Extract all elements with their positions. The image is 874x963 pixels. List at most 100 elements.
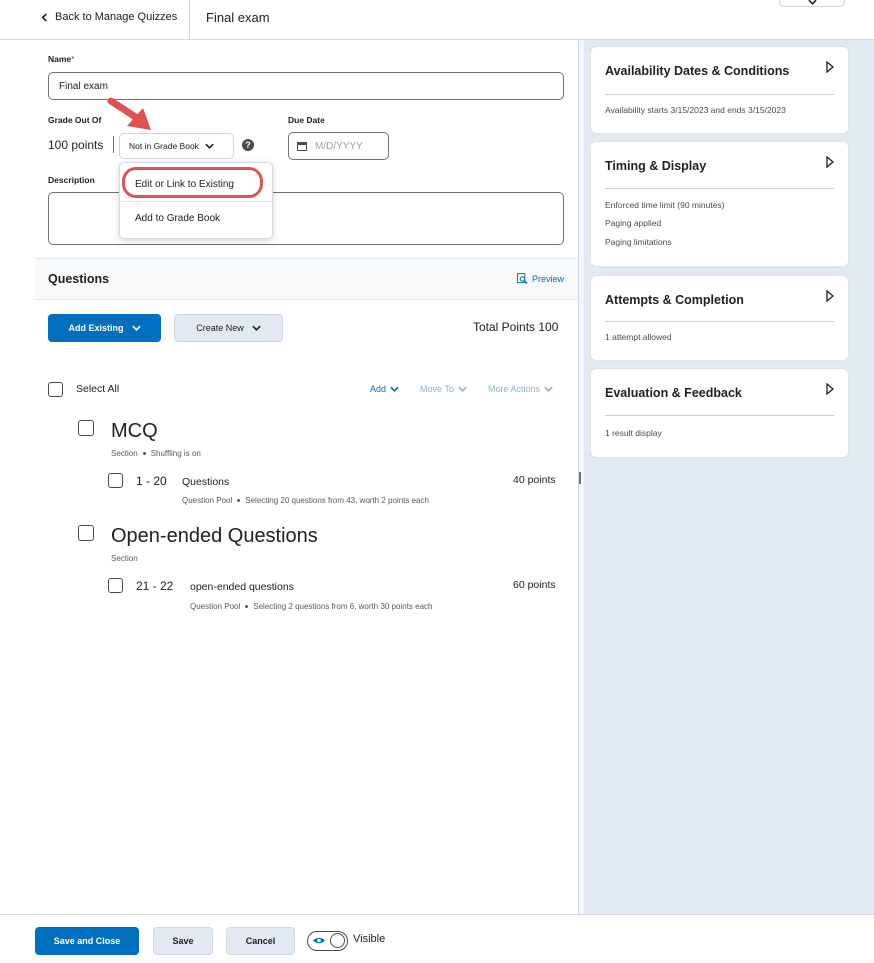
card-title: Timing & Display [605, 159, 707, 173]
questions-title: Questions [48, 272, 110, 286]
pool-range: 1 - 20 [136, 474, 167, 488]
create-new-button[interactable]: Create New [174, 314, 283, 342]
card-summary: 1 attempt allowed [605, 332, 672, 342]
section-title: MCQ [111, 420, 158, 442]
bullet-icon [142, 452, 146, 455]
name-label-text: Name [48, 54, 72, 64]
pool-range: 21 - 22 [136, 579, 174, 593]
gradebook-select-label: Not in Grade Book [129, 141, 199, 151]
section-title: Open-ended Questions [111, 525, 318, 547]
pool-detail: Selecting 20 questions from 43, worth 2 … [245, 496, 429, 505]
chevron-left-icon [41, 12, 47, 22]
splitter-grip-icon[interactable] [579, 472, 581, 484]
card-availability[interactable]: Availability Dates & Conditions Availabi… [590, 46, 849, 134]
back-link-label: Back to Manage Quizzes [55, 11, 178, 23]
section-meta: Section [111, 554, 138, 563]
section-checkbox[interactable] [78, 420, 94, 436]
chevron-down-icon [131, 325, 141, 331]
pool-name[interactable]: open-ended questions [190, 581, 294, 593]
card-title: Evaluation & Feedback [605, 386, 742, 400]
card-attempts-completion[interactable]: Attempts & Completion 1 attempt allowed [590, 275, 849, 361]
gradebook-select[interactable]: Not in Grade Book [119, 133, 234, 159]
chevron-down-icon [458, 386, 467, 392]
description-label: Description [48, 175, 95, 185]
card-divider [605, 415, 834, 416]
select-all-checkbox[interactable] [48, 382, 63, 397]
card-summary: 1 result display [605, 428, 662, 438]
caret-right-icon [826, 383, 834, 395]
annotation-arrow-icon [107, 97, 151, 130]
select-all-label: Select All [76, 383, 120, 395]
card-timing-display[interactable]: Timing & Display Enforced time limit (90… [590, 141, 849, 267]
visible-label: Visible [353, 933, 386, 945]
move-to-button[interactable]: Move To [420, 384, 467, 394]
toggle-knob [330, 933, 345, 948]
more-actions-label: More Actions [488, 384, 541, 394]
section-shuffling: Shuffling is on [150, 449, 201, 458]
card-evaluation-feedback[interactable]: Evaluation & Feedback 1 result display [590, 368, 849, 458]
cancel-button[interactable]: Cancel [226, 927, 295, 955]
pool-type: Question Pool [182, 496, 233, 505]
save-and-close-button[interactable]: Save and Close [35, 927, 139, 955]
card-summary: Paging applied [605, 218, 662, 228]
points-separator [113, 136, 114, 153]
header-divider [189, 0, 190, 39]
menu-item-add-to-grade-book[interactable]: Add to Grade Book [120, 201, 272, 235]
pool-detail: Selecting 2 questions from 6, worth 30 p… [253, 602, 433, 611]
add-menu-button[interactable]: Add [370, 384, 399, 394]
pool-points: 60 points [513, 579, 556, 591]
caret-right-icon [826, 290, 834, 302]
more-actions-button[interactable]: More Actions [488, 384, 553, 394]
chevron-down-icon [390, 386, 399, 392]
section-checkbox[interactable] [78, 525, 94, 541]
card-summary: Enforced time limit (90 minutes) [605, 200, 725, 210]
add-existing-button[interactable]: Add Existing [48, 314, 161, 342]
visibility-toggle[interactable] [307, 931, 348, 951]
pool-name[interactable]: Questions [182, 476, 229, 488]
footer-bar: Save and Close Save Cancel Visible [0, 914, 874, 963]
due-date-placeholder: M/D/YYYY [315, 140, 363, 152]
card-title: Attempts & Completion [605, 293, 744, 307]
total-points: Total Points 100 [473, 320, 559, 334]
section-type: Section [111, 449, 138, 458]
card-divider [605, 321, 834, 322]
preview-icon [516, 273, 528, 284]
caret-right-icon [826, 61, 834, 73]
grade-out-of-label: Grade Out Of [48, 115, 102, 125]
caret-right-icon [826, 156, 834, 168]
chevron-down-icon [807, 0, 817, 5]
questions-header: Questions Preview [35, 258, 578, 300]
chevron-down-icon [544, 386, 553, 392]
preview-label: Preview [531, 273, 564, 284]
help-icon[interactable]: ? [242, 139, 254, 151]
bullet-icon [237, 499, 241, 502]
pool-type: Question Pool [190, 602, 241, 611]
add-existing-label: Add Existing [68, 323, 124, 333]
top-dropdown-button[interactable] [779, 0, 845, 7]
pool-points: 40 points [513, 474, 556, 486]
due-date-label: Due Date [288, 115, 325, 125]
card-divider [605, 188, 834, 189]
pool-checkbox[interactable] [108, 473, 123, 488]
pool-meta: Question Pool Selecting 2 questions from… [190, 602, 432, 611]
card-summary: Availability starts 3/15/2023 and ends 3… [605, 105, 786, 115]
due-date-input[interactable]: M/D/YYYY [288, 132, 389, 160]
eye-icon [313, 937, 325, 944]
back-to-manage-quizzes-link[interactable]: Back to Manage Quizzes [40, 11, 177, 23]
gradebook-menu: Edit or Link to Existing Add to Grade Bo… [119, 162, 273, 239]
card-summary: Paging limitations [605, 237, 672, 247]
menu-item-edit-or-link[interactable]: Edit or Link to Existing [120, 167, 272, 201]
calendar-icon [297, 142, 307, 151]
card-divider [605, 94, 834, 95]
name-label: Name* [48, 54, 74, 64]
add-menu-label: Add [370, 384, 387, 394]
chevron-down-icon [252, 325, 261, 331]
top-bar: Back to Manage Quizzes Final exam [0, 0, 874, 40]
create-new-label: Create New [196, 323, 244, 333]
pool-checkbox[interactable] [108, 578, 123, 593]
preview-link[interactable]: Preview [516, 273, 564, 284]
move-to-label: Move To [420, 384, 454, 394]
save-button[interactable]: Save [153, 927, 213, 955]
grade-points-value: 100 points [48, 138, 104, 152]
card-title: Availability Dates & Conditions [605, 64, 790, 78]
